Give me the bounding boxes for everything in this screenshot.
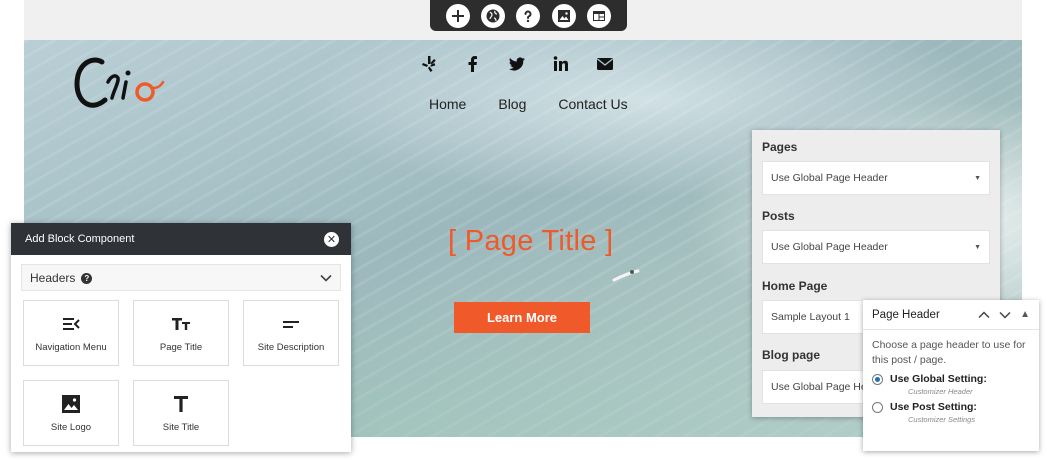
pages-select-value: Use Global Page Header bbox=[771, 172, 888, 184]
email-link[interactable] bbox=[595, 54, 615, 74]
use-post-setting-sub: Customizer Settings bbox=[908, 415, 976, 424]
page-header-metabox: Page Header ▲ Choose a page header to us… bbox=[863, 300, 1039, 451]
page-header-metabox-title: Page Header bbox=[872, 308, 940, 321]
twitter-link[interactable] bbox=[507, 54, 527, 74]
blog-page-label: Blog page bbox=[762, 348, 821, 362]
nav-blog[interactable]: Blog bbox=[498, 96, 526, 112]
layout-button[interactable] bbox=[587, 3, 612, 28]
chevron-up-icon[interactable] bbox=[978, 310, 990, 319]
component-navigation-menu[interactable]: Navigation Menu bbox=[23, 300, 119, 366]
chevron-down-icon[interactable] bbox=[999, 311, 1011, 319]
facebook-link[interactable] bbox=[463, 54, 483, 74]
pages-label: Pages bbox=[762, 140, 798, 154]
linkedin-icon bbox=[553, 56, 568, 71]
home-page-select-value: Sample Layout 1 bbox=[771, 311, 850, 323]
social-links bbox=[419, 54, 615, 74]
layout-icon bbox=[593, 10, 606, 21]
help-icon bbox=[524, 10, 532, 22]
use-global-setting-radio[interactable] bbox=[872, 373, 883, 385]
posts-select-value: Use Global Page Header bbox=[771, 241, 888, 253]
component-label: Navigation Menu bbox=[35, 341, 107, 353]
screenshot-stage: Home Blog Contact Us [ Page Title ] Lear… bbox=[0, 0, 1050, 460]
facebook-icon bbox=[468, 56, 477, 72]
envelope-icon bbox=[597, 58, 613, 70]
twitter-icon bbox=[509, 57, 525, 71]
help-button[interactable] bbox=[516, 3, 541, 28]
posts-select[interactable]: Use Global Page Header ▼ bbox=[762, 230, 990, 264]
page-title: [ Page Title ] bbox=[448, 225, 614, 257]
headers-section-toggle[interactable]: Headers? bbox=[21, 264, 341, 291]
short-text-icon bbox=[283, 320, 299, 328]
component-label: Site Title bbox=[162, 421, 200, 433]
help-icon[interactable]: ? bbox=[81, 272, 93, 284]
yelp-icon bbox=[422, 56, 436, 72]
close-panel-button[interactable]: ✕ bbox=[324, 231, 339, 247]
close-icon: ✕ bbox=[326, 233, 337, 246]
use-post-setting-option[interactable]: Use Post Setting: bbox=[863, 396, 1039, 413]
page-header-metabox-header: Page Header ▲ bbox=[863, 300, 1039, 330]
component-label: Site Description bbox=[257, 341, 325, 353]
add-block-panel: Add Block Component ✕ Headers? Navigatio… bbox=[11, 223, 351, 452]
use-global-setting-label: Use Global Setting: bbox=[890, 373, 987, 385]
text-size-icon bbox=[172, 317, 190, 330]
home-page-label: Home Page bbox=[762, 279, 828, 293]
component-site-description[interactable]: Site Description bbox=[243, 300, 339, 366]
component-label: Site Logo bbox=[50, 421, 92, 433]
component-site-logo[interactable]: Site Logo bbox=[23, 380, 119, 446]
globe-icon bbox=[486, 9, 500, 22]
page-header-description: Choose a page header to use for this pos… bbox=[872, 339, 1026, 366]
global-settings-button[interactable] bbox=[481, 3, 506, 28]
main-navigation: Home Blog Contact Us bbox=[429, 96, 628, 112]
add-block-button[interactable] bbox=[445, 3, 470, 28]
use-post-setting-label: Use Post Setting: bbox=[890, 401, 977, 413]
use-global-setting-option[interactable]: Use Global Setting: bbox=[863, 368, 1039, 385]
caret-down-icon: ▼ bbox=[974, 243, 981, 251]
surfer-image bbox=[612, 269, 640, 282]
site-logo[interactable] bbox=[70, 48, 170, 120]
collapse-toggle-icon[interactable]: ▲ bbox=[1020, 309, 1030, 320]
yelp-link[interactable] bbox=[419, 54, 439, 74]
use-post-setting-radio[interactable] bbox=[872, 401, 883, 413]
editor-toolbar bbox=[430, 0, 627, 31]
image-button[interactable] bbox=[551, 3, 576, 28]
nav-home[interactable]: Home bbox=[429, 96, 466, 112]
use-global-setting-sub: Customizer Header bbox=[908, 387, 973, 396]
learn-more-button[interactable]: Learn More bbox=[454, 302, 590, 333]
add-block-panel-title: Add Block Component bbox=[25, 233, 135, 245]
pages-select[interactable]: Use Global Page Header ▼ bbox=[762, 161, 990, 195]
image-icon bbox=[62, 394, 80, 413]
component-page-title[interactable]: Page Title bbox=[133, 300, 229, 366]
chevron-down-icon bbox=[320, 274, 332, 282]
headers-section-label: Headers bbox=[30, 270, 76, 285]
caret-down-icon: ▼ bbox=[974, 174, 981, 182]
nav-contact-us[interactable]: Contact Us bbox=[558, 96, 627, 112]
posts-label: Posts bbox=[762, 209, 795, 223]
menu-icon bbox=[63, 317, 80, 330]
image-icon bbox=[557, 9, 570, 22]
linkedin-link[interactable] bbox=[551, 54, 571, 74]
component-label: Page Title bbox=[159, 341, 203, 353]
title-icon bbox=[174, 395, 188, 412]
add-block-panel-header: Add Block Component ✕ bbox=[11, 223, 351, 255]
plus-icon bbox=[451, 9, 464, 22]
component-site-title[interactable]: Site Title bbox=[133, 380, 229, 446]
